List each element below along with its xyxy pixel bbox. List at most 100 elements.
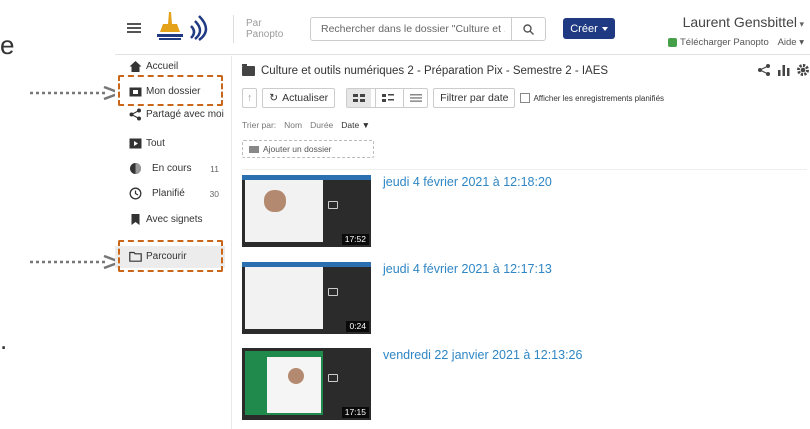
sidebar-item-in-progress[interactable]: En cours 11 — [115, 158, 225, 180]
show-scheduled-label: Afficher les enregistrements planifiés — [533, 93, 665, 103]
presenter-avatar — [288, 368, 304, 384]
site-logo-icon[interactable] — [157, 8, 223, 46]
grid-view-icon[interactable] — [347, 89, 372, 107]
session-duration: 17:52 — [341, 234, 369, 245]
home-icon — [129, 61, 142, 72]
detail-view-icon[interactable] — [375, 89, 399, 107]
sidebar-item-label: Tout — [146, 138, 165, 149]
download-label: Télécharger Panopto — [680, 37, 769, 48]
my-folder-icon — [129, 87, 142, 97]
download-panopto-link[interactable]: Télécharger Panopto — [668, 37, 769, 48]
video-icon — [129, 138, 142, 149]
gear-icon[interactable] — [796, 63, 810, 77]
up-button[interactable]: ↑ — [242, 88, 258, 108]
arrow-up-icon: ↑ — [247, 92, 253, 104]
session-title[interactable]: jeudi 4 février 2021 à 12:18:20 — [383, 175, 552, 189]
breadcrumb: Culture et outils numériques 2 - Prépara… — [242, 64, 608, 77]
add-folder-label: Ajouter un dossier — [263, 144, 332, 154]
search-input[interactable] — [311, 18, 505, 40]
sidebar-item-label: Parcourir — [146, 251, 187, 262]
list-view-icon[interactable] — [403, 89, 427, 107]
search-icon — [523, 23, 534, 35]
slide-stage: e . Par Panopto Rechercher dans le dossi… — [0, 0, 810, 429]
view-switcher — [346, 88, 429, 108]
share-icon — [129, 108, 141, 121]
screen-icon — [328, 288, 338, 296]
sidebar-item-bookmarks[interactable]: Avec signets — [115, 209, 225, 231]
session-thumbnail[interactable]: 17:15 — [242, 348, 371, 420]
session-thumbnail[interactable]: 17:52 — [242, 175, 371, 247]
help-menu[interactable]: Aide ▾ — [778, 37, 804, 48]
header-divider — [233, 15, 234, 43]
add-folder-button[interactable]: Ajouter un dossier — [242, 140, 374, 158]
show-scheduled-checkbox[interactable]: Afficher les enregistrements planifiés — [520, 93, 664, 103]
sidebar-item-shared[interactable]: Partagé avec moi — [115, 104, 225, 126]
download-icon — [668, 38, 677, 47]
sidebar-item-scheduled[interactable]: Planifié 30 — [115, 183, 225, 205]
session-title[interactable]: vendredi 22 janvier 2021 à 12:13:26 — [383, 348, 582, 362]
folder-outline-icon — [129, 251, 142, 262]
sort-bar: Trier par: Nom Durée Date ▼ — [242, 120, 370, 130]
sidebar-item-label: En cours — [152, 163, 192, 174]
top-bar: Par Panopto Créer Laurent Gensbittel ▾ T… — [115, 0, 810, 55]
sidebar-item-my-folder[interactable]: Mon dossier — [115, 81, 225, 103]
refresh-button[interactable]: ↻ Actualiser — [262, 88, 336, 108]
dotted-arrow-my-folder — [30, 86, 122, 100]
sidebar: Accueil Mon dossier Partagé avec moi Tou… — [115, 56, 225, 429]
session-item[interactable]: 0:24 jeudi 4 février 2021 à 12:17:13 — [242, 262, 802, 344]
sidebar-item-label: Accueil — [146, 61, 179, 72]
sidebar-item-label: Avec signets — [146, 214, 203, 225]
divider — [242, 169, 807, 170]
screen-icon — [328, 201, 338, 209]
sidebar-item-all[interactable]: Tout — [115, 133, 225, 155]
search-button[interactable] — [511, 18, 545, 40]
screen-icon — [328, 374, 338, 382]
session-duration: 0:24 — [346, 321, 369, 332]
create-label: Créer — [570, 22, 598, 35]
session-title[interactable]: jeudi 4 février 2021 à 12:17:13 — [383, 262, 552, 276]
stats-icon[interactable] — [777, 63, 791, 77]
sidebar-item-label: Partagé avec moi — [146, 109, 224, 120]
sort-label: Trier par: — [242, 120, 277, 130]
folder-content: Culture et outils numériques 2 - Prépara… — [231, 56, 810, 429]
sort-by-duration[interactable]: Durée — [310, 120, 333, 130]
hamburger-menu-icon[interactable] — [127, 23, 141, 33]
filter-label: Filtrer par date — [440, 92, 509, 104]
sidebar-item-home[interactable]: Accueil — [115, 56, 225, 78]
bookmark-icon — [131, 214, 140, 225]
thumbnail-slide — [245, 178, 323, 242]
sort-by-name[interactable]: Nom — [284, 120, 302, 130]
folder-icon — [242, 64, 255, 76]
in-progress-icon — [130, 163, 141, 174]
checkbox-box[interactable] — [520, 93, 531, 103]
sidebar-item-label: Planifié — [152, 188, 185, 199]
user-name: Laurent Gensbittel — [682, 14, 797, 30]
presenter-avatar — [264, 190, 286, 212]
session-thumbnail[interactable]: 0:24 — [242, 262, 371, 334]
sort-date-label: Date — [341, 120, 360, 130]
filter-by-date-button[interactable]: Filtrer par date — [433, 88, 516, 108]
create-button[interactable]: Créer — [563, 18, 615, 39]
sort-by-date[interactable]: Date ▼ — [341, 120, 370, 130]
thumbnail-header — [242, 175, 371, 180]
text-fragment-bottom: . — [0, 325, 8, 355]
powered-by-line2: Panopto — [246, 29, 284, 40]
powered-by-line1: Par — [246, 18, 262, 29]
in-progress-count: 11 — [210, 164, 219, 174]
thumbnail-slide — [245, 351, 323, 415]
sidebar-item-label: Mon dossier — [146, 86, 201, 97]
toolbar: ↑ ↻ Actualiser Filtrer par date Afficher … — [242, 88, 664, 108]
user-menu[interactable]: Laurent Gensbittel ▾ — [683, 14, 804, 30]
session-item[interactable]: 17:52 jeudi 4 février 2021 à 12:18:20 — [242, 175, 802, 257]
add-folder-icon — [249, 145, 259, 153]
session-duration: 17:15 — [341, 407, 369, 418]
scheduled-count: 30 — [209, 189, 219, 199]
dotted-arrow-browse — [30, 255, 122, 269]
share-icon[interactable] — [757, 63, 771, 77]
clock-icon — [129, 187, 142, 200]
chevron-down-icon — [601, 26, 608, 31]
refresh-label: Actualiser — [282, 92, 329, 104]
session-item[interactable]: 17:15 vendredi 22 janvier 2021 à 12:13:2… — [242, 348, 802, 429]
sidebar-item-browse[interactable]: Parcourir — [115, 246, 225, 268]
thumbnail-slide — [245, 265, 323, 329]
